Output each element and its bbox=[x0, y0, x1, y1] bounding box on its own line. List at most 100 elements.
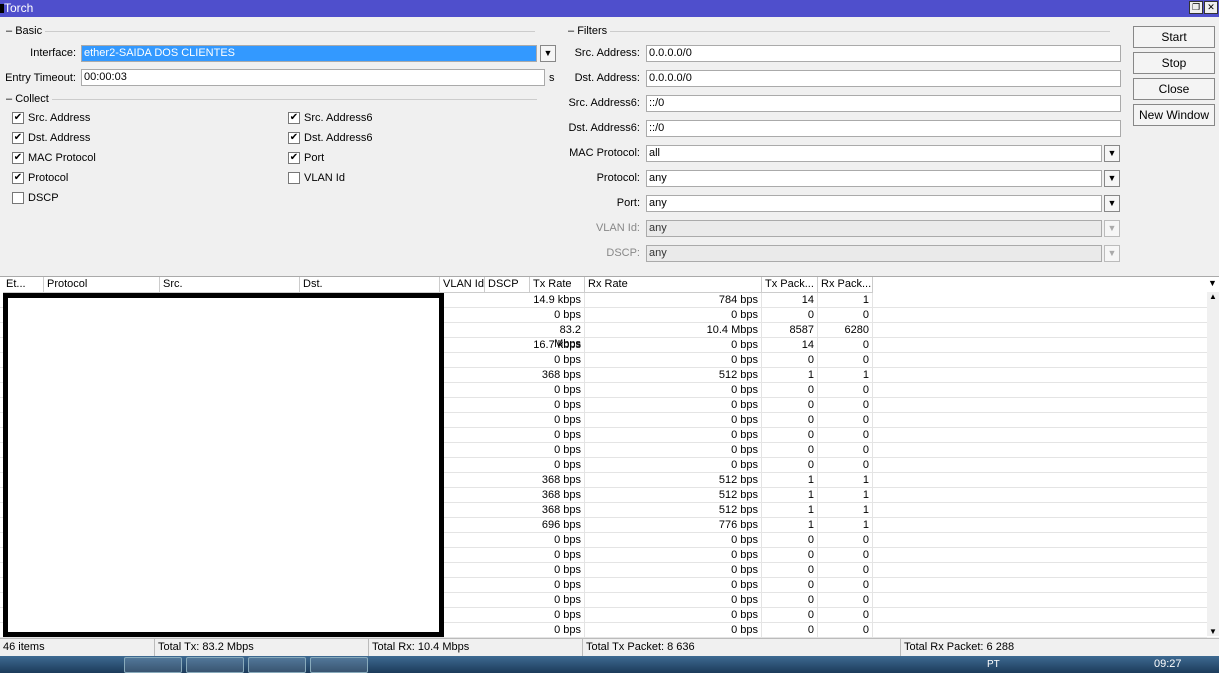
column-header[interactable]: Dst. bbox=[300, 277, 440, 293]
restore-button[interactable]: ❐ bbox=[1189, 1, 1203, 14]
scroll-up-arrow-icon[interactable]: ▲ bbox=[1207, 292, 1219, 301]
scroll-down-arrow-icon[interactable]: ▼ bbox=[1207, 627, 1219, 636]
table-cell: 0 bps bbox=[585, 578, 762, 593]
remote-desktop-icon[interactable] bbox=[186, 657, 244, 673]
checkbox-icon[interactable]: ✔ bbox=[12, 112, 24, 124]
new-window-button[interactable]: New Window bbox=[1133, 104, 1215, 126]
checkbox-icon[interactable]: ✔ bbox=[12, 132, 24, 144]
filter-input[interactable]: any bbox=[646, 220, 1102, 237]
checkbox-icon[interactable]: ✔ bbox=[288, 112, 300, 124]
filter-label: DSCP: bbox=[606, 247, 640, 259]
table-cell: 0 bbox=[762, 308, 818, 323]
interface-label: Interface: bbox=[30, 47, 76, 59]
column-header[interactable]: Protocol bbox=[44, 277, 160, 293]
close-window-button[interactable]: ✕ bbox=[1204, 1, 1218, 14]
vertical-scrollbar[interactable]: ▲ ▼ bbox=[1207, 292, 1219, 636]
filter-dropdown-button[interactable]: ▼ bbox=[1104, 145, 1120, 162]
table-cell: 0 bps bbox=[530, 458, 585, 473]
table-cell: 0 bps bbox=[585, 443, 762, 458]
table-cell: 0 bbox=[818, 548, 873, 563]
filter-input[interactable]: any bbox=[646, 245, 1102, 262]
collect-checkbox[interactable]: ✔ Src. Address bbox=[12, 112, 90, 124]
file-explorer-icon[interactable] bbox=[4, 657, 62, 673]
collect-checkbox[interactable]: ✔ Protocol bbox=[12, 172, 68, 184]
table-cell: 1 bbox=[818, 473, 873, 488]
collect-checkbox[interactable]: ✔ Port bbox=[288, 152, 324, 164]
table-cell: 0 bps bbox=[585, 353, 762, 368]
collect-checkbox[interactable]: ✔ Dst. Address bbox=[12, 132, 90, 144]
interface-select[interactable]: ether2-SAIDA DOS CLIENTES bbox=[81, 45, 537, 62]
checkbox-icon[interactable]: ✔ bbox=[288, 132, 300, 144]
column-menu-icon[interactable]: ▼ bbox=[1208, 278, 1217, 288]
chrome-icon[interactable] bbox=[124, 657, 182, 673]
column-header[interactable]: DSCP bbox=[485, 277, 530, 293]
clock[interactable]: 09:27 bbox=[1154, 658, 1182, 670]
checkbox-icon[interactable]: ✔ bbox=[288, 152, 300, 164]
filter-input[interactable]: ::/0 bbox=[646, 95, 1121, 112]
item-count: 46 items bbox=[0, 639, 155, 656]
table-cell: 368 bps bbox=[530, 503, 585, 518]
filter-input[interactable]: any bbox=[646, 195, 1102, 212]
table-cell: 0 bps bbox=[530, 563, 585, 578]
filter-input[interactable]: 0.0.0.0/0 bbox=[646, 45, 1121, 62]
table-cell: 6280 bbox=[818, 323, 873, 338]
filter-dropdown-button[interactable]: ▼ bbox=[1104, 170, 1120, 187]
table-cell: 0 bbox=[762, 398, 818, 413]
checkbox-icon[interactable]: ✔ bbox=[12, 152, 24, 164]
table-cell: 0 bbox=[818, 443, 873, 458]
filter-input[interactable]: all bbox=[646, 145, 1102, 162]
collect-group: – Collect bbox=[6, 93, 558, 105]
table-cell: 83.2 Mbps bbox=[530, 323, 585, 350]
checkbox-icon[interactable] bbox=[12, 192, 24, 204]
table-cell: 10.4 Mbps bbox=[585, 323, 762, 338]
filter-label: Dst. Address6: bbox=[568, 122, 640, 134]
column-header[interactable]: Tx Rate bbox=[530, 277, 585, 293]
column-header[interactable]: Rx Rate bbox=[585, 277, 762, 293]
media-player-icon[interactable] bbox=[64, 657, 122, 673]
table-cell: 14 bbox=[762, 293, 818, 308]
column-header[interactable]: Src. bbox=[160, 277, 300, 293]
paint-icon[interactable] bbox=[310, 657, 368, 673]
table-cell: 1 bbox=[762, 488, 818, 503]
table-cell: 512 bps bbox=[585, 368, 762, 383]
start-button[interactable]: Start bbox=[1133, 26, 1215, 48]
collect-checkbox[interactable]: ✔ Dst. Address6 bbox=[288, 132, 372, 144]
table-cell: 0 bps bbox=[585, 563, 762, 578]
total-tx: Total Tx: 83.2 Mbps bbox=[155, 639, 369, 656]
column-header[interactable]: VLAN Id bbox=[440, 277, 485, 293]
taskbar: PT 09:27 bbox=[0, 656, 1219, 673]
table-cell: 0 bps bbox=[530, 623, 585, 638]
table-cell: 0 bbox=[818, 458, 873, 473]
close-button[interactable]: Close bbox=[1133, 78, 1215, 100]
column-header[interactable]: Et... bbox=[3, 277, 44, 293]
filter-dropdown-button[interactable]: ▼ bbox=[1104, 195, 1120, 212]
collect-checkbox[interactable]: ✔ Src. Address6 bbox=[288, 112, 372, 124]
table-cell: 776 bps bbox=[585, 518, 762, 533]
table-cell: 0 bps bbox=[530, 533, 585, 548]
table-cell: 0 bps bbox=[530, 383, 585, 398]
checkbox-icon[interactable]: ✔ bbox=[12, 172, 24, 184]
table-cell: 0 bbox=[818, 623, 873, 638]
column-header[interactable]: Rx Pack... bbox=[818, 277, 873, 293]
filter-input[interactable]: any bbox=[646, 170, 1102, 187]
table-cell: 1 bbox=[818, 503, 873, 518]
table-cell: 512 bps bbox=[585, 473, 762, 488]
checkbox-icon[interactable] bbox=[288, 172, 300, 184]
filter-dropdown-button[interactable]: ▼ bbox=[1104, 245, 1120, 262]
entry-timeout-input[interactable]: 00:00:03 bbox=[81, 69, 545, 86]
collect-checkbox[interactable]: DSCP bbox=[12, 192, 59, 204]
filter-input[interactable]: ::/0 bbox=[646, 120, 1121, 137]
table-cell: 0 bbox=[818, 338, 873, 353]
language-indicator[interactable]: PT bbox=[987, 659, 1000, 670]
collect-checkbox[interactable]: VLAN Id bbox=[288, 172, 345, 184]
filter-input[interactable]: 0.0.0.0/0 bbox=[646, 70, 1121, 87]
table-cell: 0 bps bbox=[585, 548, 762, 563]
column-header[interactable]: Tx Pack... bbox=[762, 277, 818, 293]
interface-dropdown-button[interactable]: ▼ bbox=[540, 45, 556, 62]
table-cell: 0 bbox=[818, 398, 873, 413]
winbox-icon[interactable] bbox=[248, 657, 306, 673]
stop-button[interactable]: Stop bbox=[1133, 52, 1215, 74]
table-cell: 0 bps bbox=[585, 533, 762, 548]
filter-dropdown-button[interactable]: ▼ bbox=[1104, 220, 1120, 237]
collect-checkbox[interactable]: ✔ MAC Protocol bbox=[12, 152, 96, 164]
